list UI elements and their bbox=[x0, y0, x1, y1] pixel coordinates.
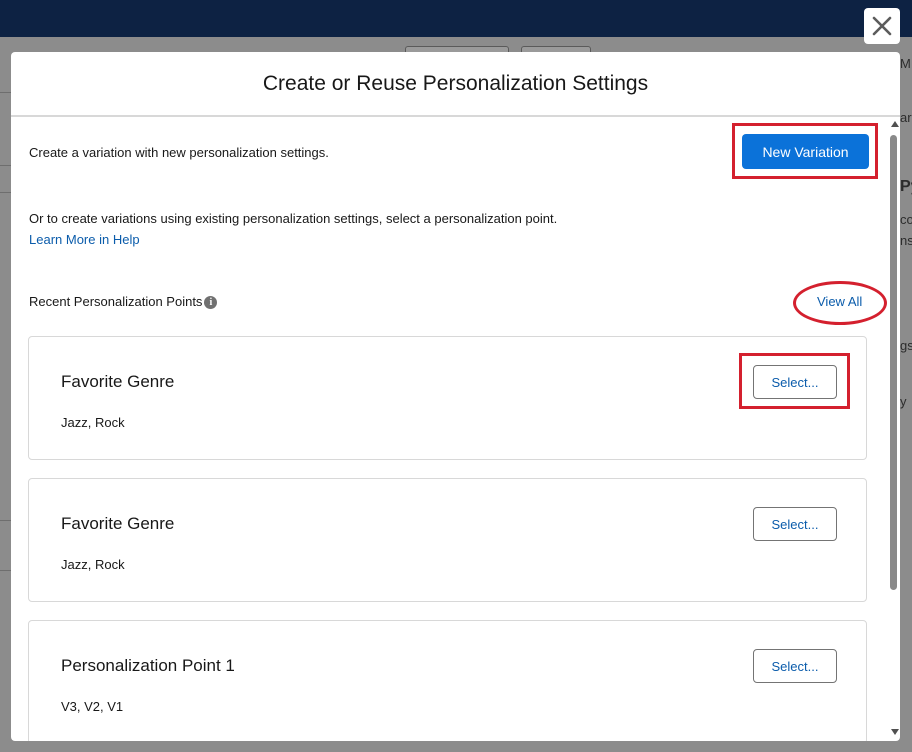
close-modal-button[interactable] bbox=[864, 8, 900, 44]
card-title: Favorite Genre bbox=[61, 514, 175, 533]
background-text-fragment: y bbox=[900, 394, 907, 409]
card-values: Jazz, Rock bbox=[61, 557, 125, 572]
card-title: Personalization Point 1 bbox=[61, 656, 235, 675]
intro-text: Create a variation with new personalizat… bbox=[29, 145, 329, 160]
select-button[interactable]: Select... bbox=[753, 649, 837, 683]
background-text-fragment: ar bbox=[900, 110, 912, 125]
card-title: Favorite Genre bbox=[61, 372, 175, 391]
reuse-instructions-text: Or to create variations using existing p… bbox=[29, 211, 558, 226]
modal-title: Create or Reuse Personalization Settings bbox=[262, 71, 649, 95]
card-values: V3, V2, V1 bbox=[61, 699, 124, 714]
background-text-fragment: co bbox=[900, 212, 912, 227]
personalization-point-card: Favorite Genre Jazz, Rock Select... bbox=[28, 478, 867, 602]
recent-points-label-text: Recent Personalization Points bbox=[29, 293, 203, 309]
background-divider bbox=[0, 192, 11, 193]
close-icon bbox=[872, 16, 892, 36]
recent-points-label: Recent Personalization Points i bbox=[29, 293, 218, 309]
modal-header: Create or Reuse Personalization Settings bbox=[11, 52, 900, 117]
scrollbar-thumb[interactable] bbox=[890, 135, 897, 590]
annotation-highlight-select bbox=[739, 353, 850, 409]
personalization-modal: Create or Reuse Personalization Settings… bbox=[11, 52, 900, 741]
background-divider bbox=[0, 520, 11, 521]
annotation-highlight-view-all bbox=[793, 281, 887, 325]
reuse-instructions: Or to create variations using existing p… bbox=[29, 208, 589, 250]
background-divider bbox=[0, 570, 11, 571]
modal-scrollbar[interactable] bbox=[887, 117, 900, 741]
background-text-fragment: M bbox=[900, 56, 911, 71]
background-text-fragment: ns bbox=[900, 233, 912, 248]
background-text-fragment: gs bbox=[900, 338, 912, 353]
annotation-highlight-new-variation bbox=[732, 123, 878, 179]
background-text-fragment: Py bbox=[900, 178, 912, 195]
card-values: Jazz, Rock bbox=[61, 415, 125, 430]
background-top-bar bbox=[0, 0, 912, 37]
modal-body: Create a variation with new personalizat… bbox=[11, 117, 900, 741]
select-button[interactable]: Select... bbox=[753, 507, 837, 541]
personalization-point-card: Personalization Point 1 V3, V2, V1 Selec… bbox=[28, 620, 867, 741]
scroll-up-arrow-icon[interactable] bbox=[891, 121, 899, 127]
info-icon[interactable]: i bbox=[204, 296, 218, 309]
background-divider bbox=[0, 165, 11, 166]
background-divider bbox=[0, 92, 11, 93]
scroll-down-arrow-icon[interactable] bbox=[891, 729, 899, 735]
learn-more-help-link[interactable]: Learn More in Help bbox=[29, 232, 140, 247]
